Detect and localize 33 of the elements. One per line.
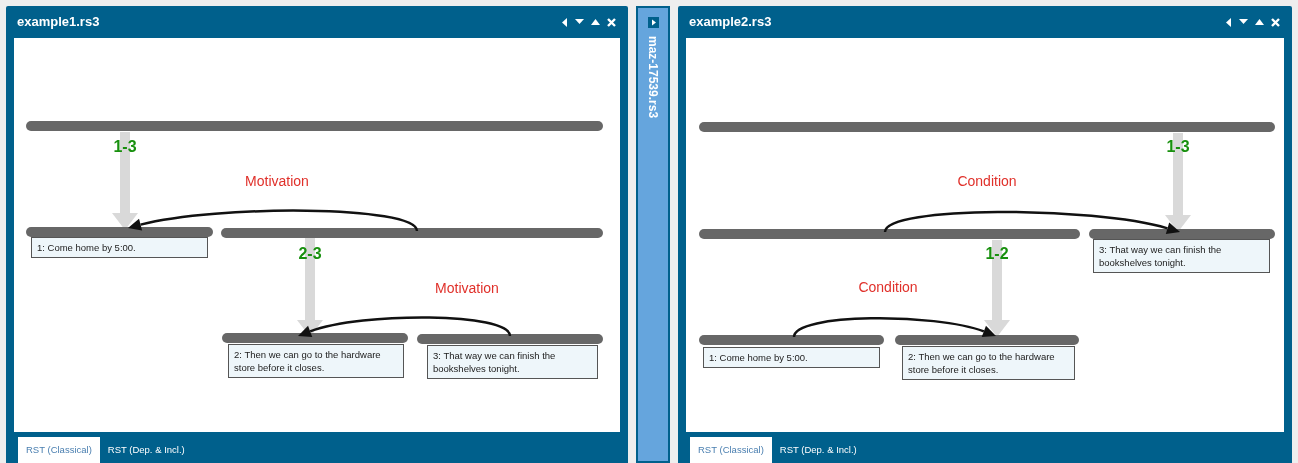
collapsed-panel-title: maz-17539.rs3	[645, 36, 661, 119]
span-label: 1-3	[113, 139, 137, 155]
panel-title: example1.rs3	[17, 13, 100, 32]
relation-label[interactable]: Motivation	[435, 281, 499, 295]
expand-icon[interactable]	[647, 17, 659, 28]
close-icon[interactable]	[607, 17, 616, 27]
relation-label[interactable]: Condition	[957, 174, 1017, 188]
segment-text-box: 1: Come home by 5:00.	[703, 347, 880, 368]
span-bar[interactable]	[222, 333, 408, 343]
view-tab[interactable]: RST (Dep. & Incl.)	[99, 437, 193, 463]
up-arrow-icon[interactable]	[591, 19, 600, 25]
panel-title: example2.rs3	[689, 13, 772, 32]
left-arrow-icon[interactable]	[562, 17, 568, 27]
segment-text-box: 2: Then we can go to the hardware store before it closes.	[902, 346, 1075, 380]
segment-text-box: 3: That way we can finish the bookshelves tonight.	[427, 345, 598, 379]
relation-label[interactable]: Condition	[858, 280, 918, 294]
segment-text-box: 1: Come home by 5:00.	[31, 237, 208, 258]
collapsed-panel[interactable]: maz-17539.rs3	[636, 6, 670, 463]
down-arrow-icon[interactable]	[1239, 19, 1248, 25]
span-label: 1-3	[1166, 139, 1190, 155]
span-label: 1-2	[985, 246, 1009, 262]
span-bar[interactable]	[1089, 229, 1275, 239]
view-tab[interactable]: RST (Classical)	[690, 437, 772, 463]
relation-label[interactable]: Motivation	[245, 174, 309, 188]
view-tab[interactable]: RST (Dep. & Incl.)	[771, 437, 865, 463]
left-arrow-icon[interactable]	[1226, 17, 1232, 27]
down-arrow-icon[interactable]	[575, 19, 584, 25]
close-icon[interactable]	[1271, 17, 1280, 27]
segment-text-box: 3: That way we can finish the bookshelves tonight.	[1093, 239, 1270, 273]
view-tab[interactable]: RST (Classical)	[18, 437, 100, 463]
span-label: 2-3	[298, 246, 322, 262]
up-arrow-icon[interactable]	[1255, 19, 1264, 25]
segment-text-box: 2: Then we can go to the hardware store before it closes.	[228, 344, 404, 378]
